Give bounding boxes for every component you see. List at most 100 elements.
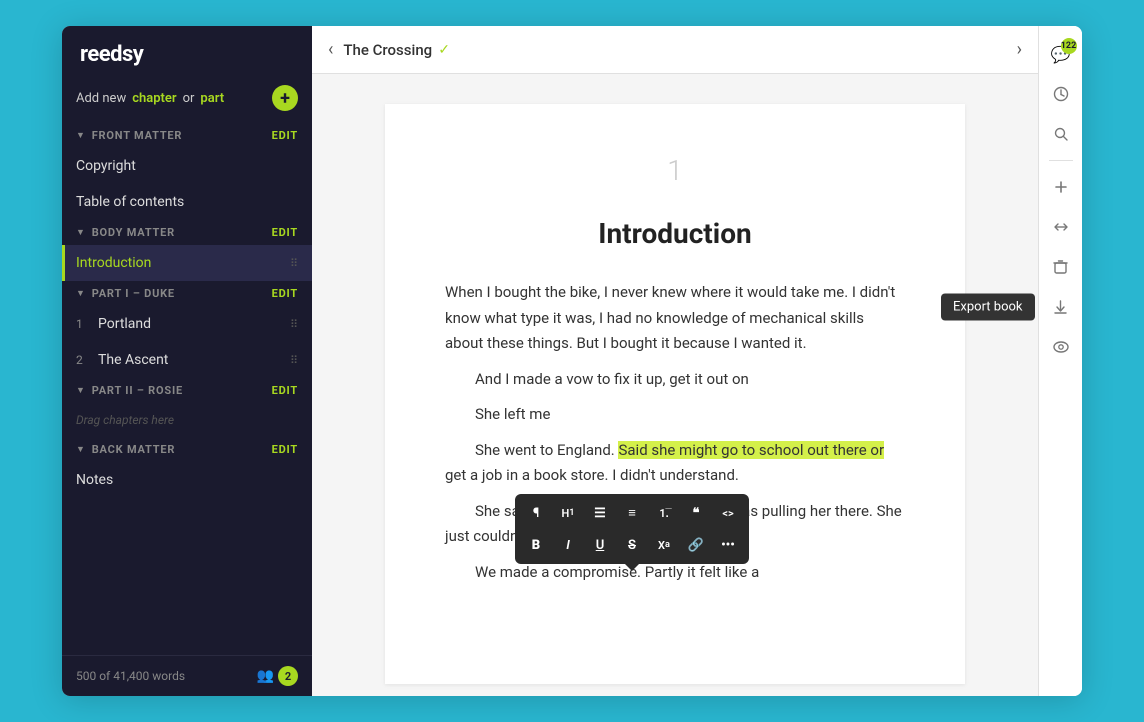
export-tooltip: Export book — [941, 294, 1034, 321]
part2-label: PART II – Rosie — [92, 384, 183, 397]
toolbar-row-1: ¶ H1 ☰ ≡ 1.̅ ❝ <> — [521, 498, 743, 528]
copyright-label: Copyright — [76, 158, 136, 174]
right-sidebar: 💬 122 — [1038, 26, 1082, 696]
blockquote-button[interactable]: ❝ — [681, 498, 711, 528]
chapter-heading: Introduction — [445, 217, 905, 250]
toolbar-row-2: B I U S Xa 🔗 ••• — [521, 530, 743, 560]
chevron-down-icon: ▼ — [76, 288, 86, 299]
trash-svg — [1053, 259, 1068, 275]
chapter-title: The Crossing ✓ — [343, 41, 450, 59]
underline-button[interactable]: U — [585, 530, 615, 560]
chapter-title-text: The Crossing — [343, 41, 432, 59]
italic-button[interactable]: I — [553, 530, 583, 560]
add-part-link[interactable]: part — [200, 91, 224, 106]
body-matter-label: BODY MATTER — [92, 226, 175, 239]
download-icon[interactable]: Export book — [1043, 289, 1079, 325]
introduction-label: Introduction — [76, 255, 151, 271]
part2-edit[interactable]: EDIT — [272, 384, 298, 397]
highlighted-text: Said she might go to school out there or — [618, 441, 884, 459]
back-matter-header: ▼ BACK MATTER EDIT — [62, 437, 312, 462]
front-matter-header: ▼ FRONT MATTER EDIT — [62, 123, 312, 148]
drag-placeholder: Drag chapters here — [62, 403, 312, 437]
eye-icon[interactable] — [1043, 329, 1079, 365]
align-button[interactable]: ☰ — [585, 498, 615, 528]
people-icon: 👥 — [257, 668, 274, 684]
paragraph-4[interactable]: She went to England. Said she might go t… — [445, 438, 905, 489]
add-new-row: Add new chapter or part + — [62, 77, 312, 123]
unordered-list-button[interactable]: ≡ — [617, 498, 647, 528]
back-button[interactable]: ‹ — [328, 39, 333, 60]
check-icon: ✓ — [438, 42, 450, 58]
sidebar-item-introduction[interactable]: Introduction ⠿ — [62, 245, 312, 281]
link-button[interactable]: 🔗 — [681, 530, 711, 560]
part2-header: ▼ PART II – Rosie EDIT — [62, 378, 312, 403]
front-matter-label: FRONT MATTER — [92, 129, 183, 142]
body-matter-header: ▼ BODY MATTER EDIT — [62, 220, 312, 245]
h1-button[interactable]: H1 — [553, 498, 583, 528]
arrows-svg — [1053, 219, 1069, 235]
front-matter-edit[interactable]: EDIT — [272, 129, 298, 142]
divider — [1049, 160, 1073, 161]
paragraph-3[interactable]: She left me — [445, 402, 905, 428]
chat-icon[interactable]: 💬 122 — [1043, 36, 1079, 72]
drag-handle-icon: ⠿ — [290, 354, 298, 367]
chevron-down-icon: ▼ — [76, 227, 86, 238]
more-button[interactable]: ••• — [713, 530, 743, 560]
part1-edit[interactable]: EDIT — [272, 287, 298, 300]
strikethrough-button[interactable]: S — [617, 530, 647, 560]
editor-area[interactable]: 1 Introduction When I bought the bike, I… — [312, 74, 1038, 696]
toc-label: Table of contents — [76, 194, 184, 210]
item-num: 2 — [76, 353, 90, 367]
search-icon[interactable] — [1043, 116, 1079, 152]
sidebar-item-portland[interactable]: 1 Portland ⠿ — [62, 306, 312, 342]
sidebar-item-toc[interactable]: Table of contents — [62, 184, 312, 220]
paragraph-2[interactable]: And I made a vow to fix it up, get it ou… — [445, 367, 905, 393]
arrows-icon[interactable] — [1043, 209, 1079, 245]
top-bar: ‹ The Crossing ✓ › — [312, 26, 1038, 74]
drag-handle-icon: ⠿ — [290, 318, 298, 331]
trash-icon[interactable] — [1043, 249, 1079, 285]
download-svg — [1053, 299, 1068, 315]
add-new-or: or — [183, 91, 195, 106]
editor-page[interactable]: 1 Introduction When I bought the bike, I… — [385, 104, 965, 684]
forward-button[interactable]: › — [1017, 39, 1022, 60]
app-logo: reedsy — [62, 26, 312, 77]
clock-icon[interactable] — [1043, 76, 1079, 112]
code-button[interactable]: <> — [713, 498, 743, 528]
part1-label: PART I – Duke — [92, 287, 175, 300]
page-number: 1 — [445, 154, 905, 187]
item-num: 1 — [76, 317, 90, 331]
sidebar-item-copyright[interactable]: Copyright — [62, 148, 312, 184]
chevron-down-icon: ▼ — [76, 130, 86, 141]
add-new-button[interactable]: + — [272, 85, 298, 111]
search-svg — [1053, 126, 1069, 142]
main-content: ‹ The Crossing ✓ › 1 Introduction When I… — [312, 26, 1038, 696]
drag-handle-icon: ⠿ — [290, 257, 298, 270]
add-new-text: Add new — [76, 91, 126, 106]
sidebar-item-notes[interactable]: Notes — [62, 462, 312, 498]
superscript-button[interactable]: Xa — [649, 530, 679, 560]
chevron-down-icon: ▼ — [76, 385, 86, 396]
plus-icon[interactable] — [1043, 169, 1079, 205]
paragraph-format-button[interactable]: ¶ — [521, 498, 551, 528]
body-matter-edit[interactable]: EDIT — [272, 226, 298, 239]
part1-header: ▼ PART I – Duke EDIT — [62, 281, 312, 306]
ordered-list-button[interactable]: 1.̅ — [649, 498, 679, 528]
collaborators[interactable]: 👥 2 — [257, 666, 298, 686]
paragraph-1[interactable]: When I bought the bike, I never knew whe… — [445, 280, 905, 357]
eye-svg — [1053, 341, 1069, 353]
back-matter-label: BACK MATTER — [92, 443, 175, 456]
collaborator-badge: 2 — [278, 666, 298, 686]
plus-svg — [1053, 179, 1069, 195]
format-toolbar: ¶ H1 ☰ ≡ 1.̅ ❝ <> B I U S Xa 🔗 — [515, 494, 749, 564]
clock-svg — [1053, 86, 1069, 102]
bold-button[interactable]: B — [521, 530, 551, 560]
portland-label: Portland — [98, 316, 151, 332]
sidebar: reedsy Add new chapter or part + ▼ FRONT… — [62, 26, 312, 696]
back-matter-edit[interactable]: EDIT — [272, 443, 298, 456]
sidebar-item-ascent[interactable]: 2 The Ascent ⠿ — [62, 342, 312, 378]
add-chapter-link[interactable]: chapter — [132, 91, 176, 106]
word-count: 500 of 41,400 words — [76, 669, 185, 683]
sidebar-footer: 500 of 41,400 words 👥 2 — [62, 655, 312, 696]
notes-label: Notes — [76, 472, 113, 488]
